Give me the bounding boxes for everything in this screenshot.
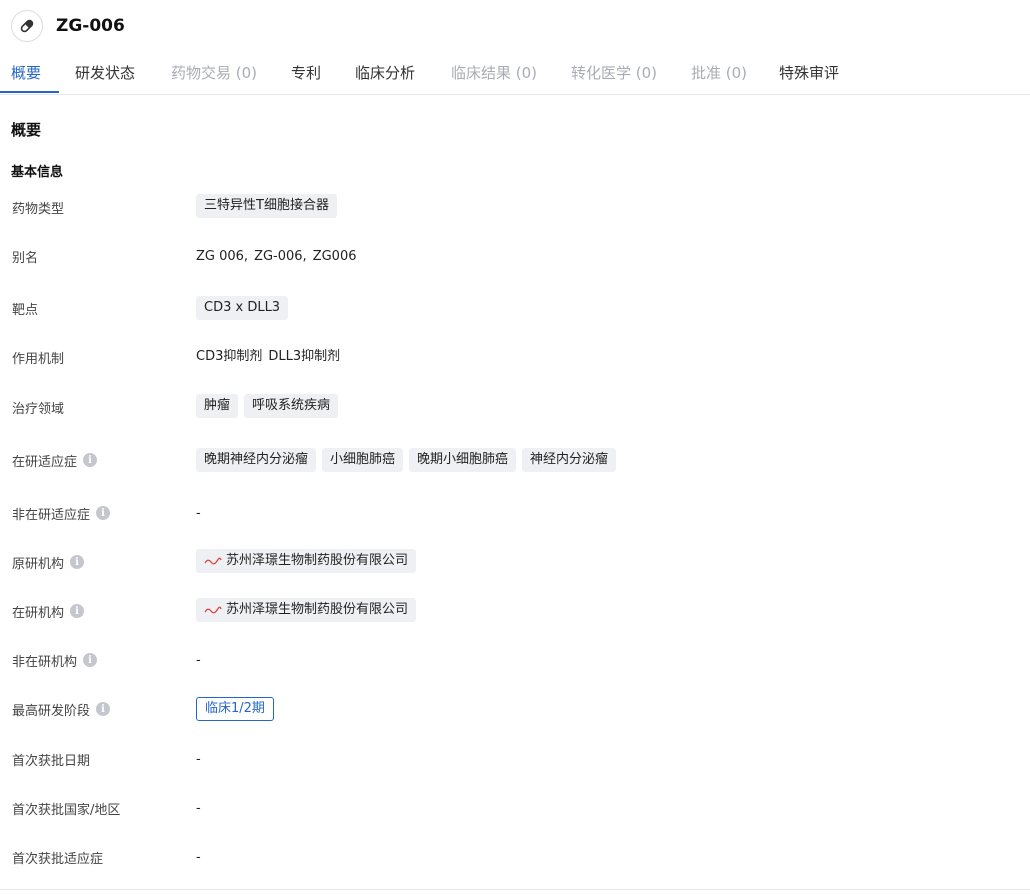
section-title: 概要	[11, 121, 42, 139]
value-first-approval-indication: -	[196, 849, 201, 865]
label-inactive-indication: 非在研适应症 i	[12, 503, 111, 523]
label-inactive-org: 非在研机构 i	[12, 650, 98, 670]
label-highest-phase: 最高研发阶段 i	[12, 699, 111, 719]
value-alias: ZG 006, ZG-006, ZG006	[196, 246, 356, 266]
tag-target[interactable]: CD3 x DLL3	[196, 296, 289, 320]
tab-rd-status[interactable]: 研发状态	[75, 56, 135, 92]
label-drug-type: 药物类型	[12, 201, 65, 217]
org-tag-originator[interactable]: 苏州泽璟生物制药股份有限公司	[196, 549, 417, 573]
value-inactive-indication: -	[196, 505, 201, 521]
label-inactive-indication-text: 非在研适应症	[12, 507, 91, 523]
tag-therapeutic-area-2[interactable]: 呼吸系统疾病	[244, 394, 339, 418]
label-therapeutic-area: 治疗领域	[12, 401, 65, 417]
label-first-approval-country: 首次获批国家/地区	[12, 802, 121, 818]
tab-approvals[interactable]: 批准 (0)	[691, 56, 747, 92]
alias-1: ZG 006,	[196, 248, 249, 264]
page-title: ZG-006	[56, 16, 125, 36]
value-inactive-org: -	[196, 652, 201, 668]
tab-clinical-analysis[interactable]: 临床分析	[355, 56, 415, 92]
tab-bar: 概要 研发状态 药物交易 (0) 专利 临床分析 临床结果 (0) 转化医学 (…	[0, 56, 1030, 95]
tab-special-review[interactable]: 特殊审评	[779, 56, 839, 92]
label-highest-phase-text: 最高研发阶段	[12, 703, 91, 719]
value-first-approval-date: -	[196, 751, 201, 767]
value-mechanism: CD3抑制剂 DLL3抑制剂	[196, 344, 340, 364]
value-first-approval-country: -	[196, 800, 201, 816]
value-highest-phase: 临床1/2期	[196, 697, 274, 721]
info-icon[interactable]: i	[96, 506, 111, 520]
value-active-indication: 晚期神经内分泌瘤 小细胞肺癌 晚期小细胞肺癌 神经内分泌瘤	[196, 448, 622, 472]
org-tag-active[interactable]: 苏州泽璟生物制药股份有限公司	[196, 598, 417, 622]
phase-badge: 临床1/2期	[196, 697, 274, 721]
label-active-org-text: 在研机构	[12, 605, 65, 621]
value-therapeutic-area: 肿瘤 呼吸系统疾病	[196, 394, 344, 418]
tag-indication-1[interactable]: 晚期神经内分泌瘤	[196, 448, 317, 472]
label-mechanism: 作用机制	[12, 351, 65, 367]
alias-3: ZG006	[312, 248, 357, 264]
mechanism-1[interactable]: CD3抑制剂	[196, 345, 262, 364]
label-originator: 原研机构 i	[12, 552, 85, 572]
pill-icon	[11, 10, 43, 42]
tab-overview[interactable]: 概要	[11, 56, 41, 92]
label-target: 靶点	[12, 302, 39, 318]
label-active-indication-text: 在研适应症	[12, 454, 78, 470]
group-title: 基本信息	[11, 165, 64, 180]
tag-drug-type[interactable]: 三特异性T细胞接合器	[196, 194, 337, 218]
org-name: 苏州泽璟生物制药股份有限公司	[226, 602, 409, 617]
active-tab-indicator	[0, 91, 59, 93]
mechanism-2[interactable]: DLL3抑制剂	[268, 345, 340, 364]
tab-translational-medicine[interactable]: 转化医学 (0)	[571, 56, 657, 92]
divider	[0, 889, 1030, 890]
label-first-approval-date: 首次获批日期	[12, 753, 91, 769]
drug-header: ZG-006	[11, 9, 125, 43]
label-first-approval-indication: 首次获批适应症	[12, 851, 104, 867]
label-active-org: 在研机构 i	[12, 601, 85, 621]
label-originator-text: 原研机构	[12, 556, 65, 572]
org-name: 苏州泽璟生物制药股份有限公司	[226, 553, 409, 568]
value-active-org: 苏州泽璟生物制药股份有限公司	[196, 598, 422, 622]
tag-indication-3[interactable]: 晚期小细胞肺癌	[409, 448, 517, 472]
tab-drug-deals[interactable]: 药物交易 (0)	[171, 56, 257, 92]
value-drug-type: 三特异性T细胞接合器	[196, 194, 343, 218]
info-icon[interactable]: i	[96, 702, 111, 716]
tag-indication-4[interactable]: 神经内分泌瘤	[522, 448, 617, 472]
info-icon[interactable]: i	[83, 653, 98, 667]
label-active-indication: 在研适应症 i	[12, 450, 98, 470]
info-icon[interactable]: i	[83, 453, 98, 467]
info-icon[interactable]: i	[70, 555, 85, 569]
info-icon[interactable]: i	[70, 604, 85, 618]
company-logo-icon	[204, 604, 222, 616]
tab-clinical-results[interactable]: 临床结果 (0)	[451, 56, 537, 92]
alias-2: ZG-006,	[254, 248, 307, 264]
tab-patents[interactable]: 专利	[291, 56, 321, 92]
label-alias: 别名	[12, 250, 39, 266]
tag-indication-2[interactable]: 小细胞肺癌	[322, 448, 404, 472]
label-inactive-org-text: 非在研机构	[12, 654, 78, 670]
company-logo-icon	[204, 555, 222, 567]
value-target: CD3 x DLL3	[196, 296, 294, 320]
tag-therapeutic-area-1[interactable]: 肿瘤	[196, 394, 239, 418]
value-originator: 苏州泽璟生物制药股份有限公司	[196, 549, 422, 573]
